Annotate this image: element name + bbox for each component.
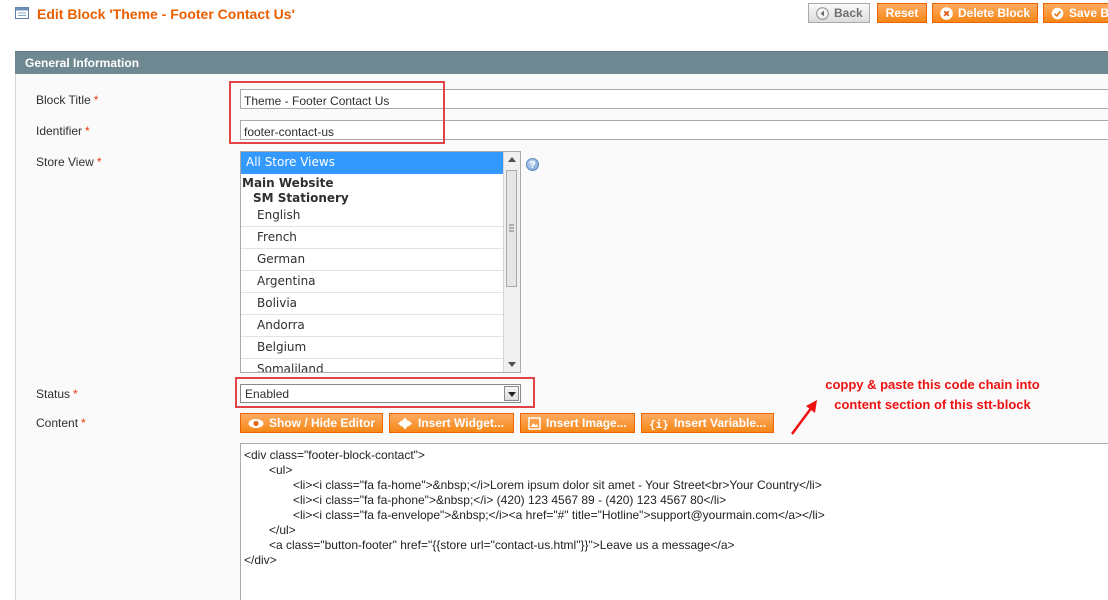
store-view-label: Store View * [36,155,101,169]
code-line: </ul> [269,523,296,537]
code-line: <li><i class="fa fa-phone">&nbsp;</i> (4… [293,493,727,507]
identifier-label-text: Identifier [36,124,83,138]
store-option-argentina[interactable]: Argentina [241,271,504,293]
code-line: <li><i class="fa fa-envelope">&nbsp;</i>… [293,508,825,522]
store-option-all[interactable]: All Store Views [241,152,504,174]
store-group-website: Main Website [242,176,334,190]
identifier-label: Identifier * [36,124,90,138]
red-arrow-icon [790,400,817,435]
insert-image-label: Insert Image... [546,416,627,430]
scroll-down-icon[interactable] [508,362,516,367]
help-icon[interactable]: ? [526,158,539,171]
cms-block-icon [15,7,29,19]
store-option-english[interactable]: English [241,205,504,227]
store-option-belgium[interactable]: Belgium [241,337,504,359]
code-line: </div> [244,553,277,567]
insert-image-button[interactable]: Insert Image... [520,413,635,433]
required-marker: * [73,387,78,401]
code-line: <ul> [269,463,293,477]
content-textarea[interactable]: <div class="footer-block-contact"> <ul> … [240,443,1108,600]
save-block-button[interactable]: Save Block [1043,3,1108,23]
block-title-label: Block Title * [36,93,98,107]
show-hide-editor-label: Show / Hide Editor [269,416,376,430]
required-marker: * [81,416,86,430]
required-marker: * [93,93,99,107]
store-option-andorra[interactable]: Andorra [241,315,504,337]
required-marker: * [85,124,90,138]
store-option-french[interactable]: French [241,227,504,249]
insert-variable-label: Insert Variable... [674,416,767,430]
store-option-somaliland[interactable]: Somaliland [241,359,504,372]
back-label: Back [834,6,863,20]
code-line: <li><i class="fa fa-home">&nbsp;</i>Lore… [293,478,822,492]
store-view-scrollbar[interactable] [503,152,520,372]
store-option-german[interactable]: German [241,249,504,271]
variable-icon: {i} [649,417,669,431]
block-title-label-text: Block Title [36,93,91,107]
save-label: Save Block [1069,6,1108,20]
insert-variable-button[interactable]: {i} Insert Variable... [641,413,774,433]
status-label: Status * [36,387,78,401]
highlight-box-status [235,377,535,408]
section-title: General Information [25,56,140,70]
content-label-text: Content [36,416,79,430]
show-hide-editor-button[interactable]: Show / Hide Editor [240,413,383,433]
required-marker: * [96,155,102,169]
image-icon [528,416,541,430]
store-view-label-text: Store View [36,155,94,169]
reset-label: Reset [885,6,919,20]
widget-icon [397,417,413,430]
annotation-line-1: coppy & paste this code chain into [825,377,1040,392]
back-button[interactable]: Back [808,3,870,23]
highlight-box-title-identifier [229,81,445,144]
annotation-note: coppy & paste this code chain into conte… [790,375,1075,415]
store-view-multiselect[interactable]: All Store Views Main Website SM Statione… [240,151,521,373]
delete-label: Delete Block [958,6,1031,20]
save-check-icon [1051,7,1064,20]
code-line: <div class="footer-block-contact"> [244,448,425,462]
content-label: Content * [36,416,86,430]
status-label-text: Status [36,387,71,401]
section-header[interactable]: General Information [15,51,1108,74]
delete-block-button[interactable]: Delete Block [932,3,1038,23]
scrollbar-thumb[interactable] [506,170,517,287]
delete-x-icon [940,6,953,20]
eye-icon [248,417,264,430]
code-line: <a class="button-footer" href="{{store u… [269,538,735,552]
svg-text:{i}: {i} [649,418,669,430]
insert-widget-button[interactable]: Insert Widget... [389,413,514,433]
insert-widget-label: Insert Widget... [418,416,504,430]
scroll-up-icon[interactable] [508,157,516,162]
store-option-bolivia[interactable]: Bolivia [241,293,504,315]
back-arrow-icon [816,6,829,20]
page-title: Edit Block 'Theme - Footer Contact Us' [37,6,295,22]
annotation-line-2: content section of this stt-block [834,397,1031,412]
reset-button[interactable]: Reset [877,3,927,23]
grip-icon [509,224,514,232]
